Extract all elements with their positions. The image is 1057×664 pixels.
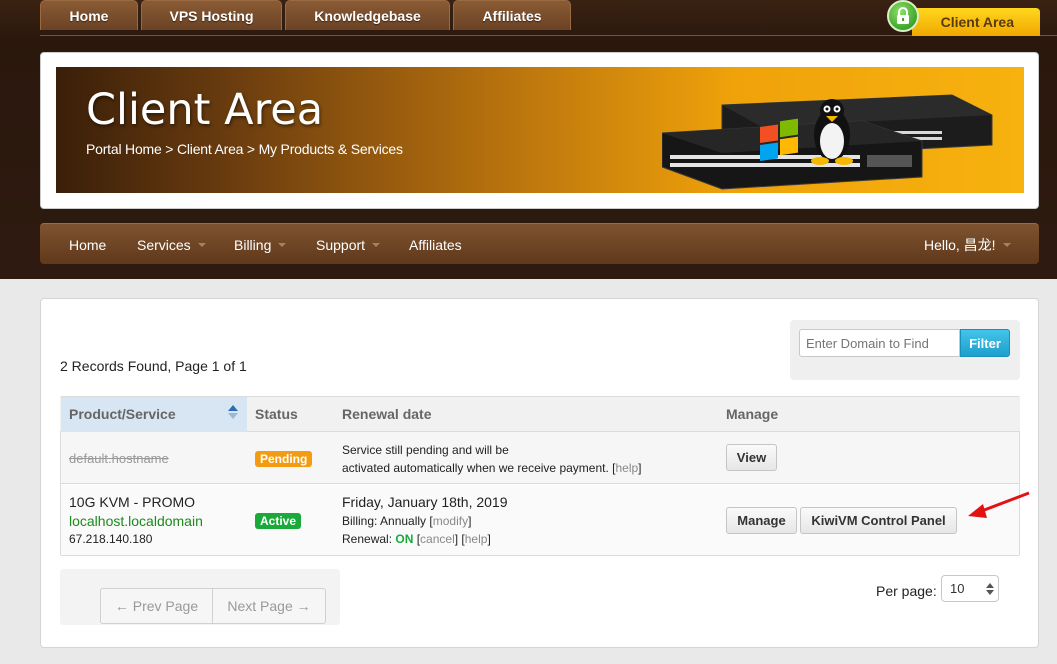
table-row	[61, 432, 1019, 484]
lock-icon	[887, 0, 919, 32]
cancel-link[interactable]: cancel	[420, 532, 455, 546]
main-navigation: Home Services Billing Support Affiliates…	[40, 223, 1039, 264]
column-header-status[interactable]: Status	[255, 406, 298, 422]
nav-billing[interactable]: Billing	[234, 224, 287, 265]
top-tab-home[interactable]: Home	[40, 0, 138, 30]
chevron-down-icon	[278, 242, 287, 247]
domain-search-input[interactable]	[799, 329, 960, 357]
next-page-button[interactable]: Next Page →	[212, 588, 326, 624]
nav-support-label: Support	[316, 236, 366, 253]
per-page-value: 10	[950, 581, 965, 596]
status-badge: Pending	[255, 451, 313, 467]
chevron-down-icon	[197, 242, 206, 247]
modify-link[interactable]: modify	[433, 514, 468, 528]
annotation-arrow-icon	[965, 490, 1033, 525]
user-menu[interactable]: Hello, 昌龙!	[924, 224, 1011, 265]
bracket-close: ]	[638, 461, 642, 475]
product-ip: 67.218.140.180	[69, 532, 153, 546]
prev-page-button[interactable]: ← Prev Page	[100, 588, 213, 624]
pending-note-line-2: activated automatically when we receive …	[342, 461, 642, 475]
column-header-manage: Manage	[726, 406, 779, 422]
stepper-icon	[986, 582, 994, 599]
records-summary: 2 Records Found, Page 1 of 1	[60, 358, 247, 374]
kiwivm-control-panel-button[interactable]: KiwiVM Control Panel	[800, 507, 957, 534]
column-header-renewal[interactable]: Renewal date	[342, 406, 431, 422]
top-nav-divider	[40, 35, 1057, 36]
per-page-label: Per page:	[876, 583, 937, 599]
top-tab-knowledgebase[interactable]: Knowledgebase	[285, 0, 450, 30]
renewal-date: Friday, January 18th, 2019	[342, 494, 508, 510]
product-name: 10G KVM - PROMO	[69, 494, 196, 510]
nav-support[interactable]: Support	[316, 224, 381, 265]
nav-billing-label: Billing	[234, 236, 272, 253]
chevron-down-icon	[372, 242, 381, 247]
pending-note-text: activated automatically when we receive …	[342, 461, 616, 475]
top-tab-vps-hosting[interactable]: VPS Hosting	[141, 0, 282, 30]
column-header-product[interactable]: Product/Service	[69, 406, 176, 422]
nav-services-label: Services	[137, 236, 191, 253]
status-badge: Active	[255, 513, 302, 529]
billing-label: Billing: Annually [	[342, 514, 433, 528]
product-hostname[interactable]: default.hostname	[69, 451, 169, 466]
help-link[interactable]: help	[615, 461, 638, 475]
pending-note-line-1: Service still pending and will be	[342, 443, 509, 457]
view-button[interactable]: View	[726, 444, 777, 471]
page-title: Client Area	[86, 85, 324, 135]
top-tab-affiliates[interactable]: Affiliates	[453, 0, 571, 30]
server-switch-illustration	[661, 85, 1002, 193]
manage-button[interactable]: Manage	[726, 507, 797, 534]
sort-icon[interactable]	[228, 404, 238, 425]
billing-cycle: Billing: Annually [modify]	[342, 514, 471, 528]
banner: Client Area Portal Home > Client Area > …	[56, 67, 1024, 193]
bracket-close: ]	[468, 514, 472, 528]
nav-affiliates[interactable]: Affiliates	[409, 224, 462, 265]
auto-renewal: Renewal: ON [cancel] [help]	[342, 532, 491, 546]
nav-home-label: Home	[69, 236, 107, 253]
help-link[interactable]: help	[465, 532, 488, 546]
user-greeting: Hello, 昌龙!	[924, 236, 996, 253]
breadcrumb: Portal Home > Client Area > My Products …	[86, 141, 403, 157]
chevron-down-icon	[1002, 242, 1011, 247]
renewal-state: ON	[395, 532, 414, 546]
nav-services[interactable]: Services	[137, 224, 206, 265]
renewal-label: Renewal:	[342, 532, 396, 546]
client-area-tab[interactable]: Client Area	[912, 8, 1040, 36]
filter-button[interactable]: Filter	[960, 329, 1010, 357]
per-page-select[interactable]: 10	[941, 575, 999, 602]
nav-affiliates-label: Affiliates	[409, 236, 462, 253]
nav-home[interactable]: Home	[69, 224, 106, 265]
product-domain[interactable]: localhost.localdomain	[69, 513, 203, 529]
